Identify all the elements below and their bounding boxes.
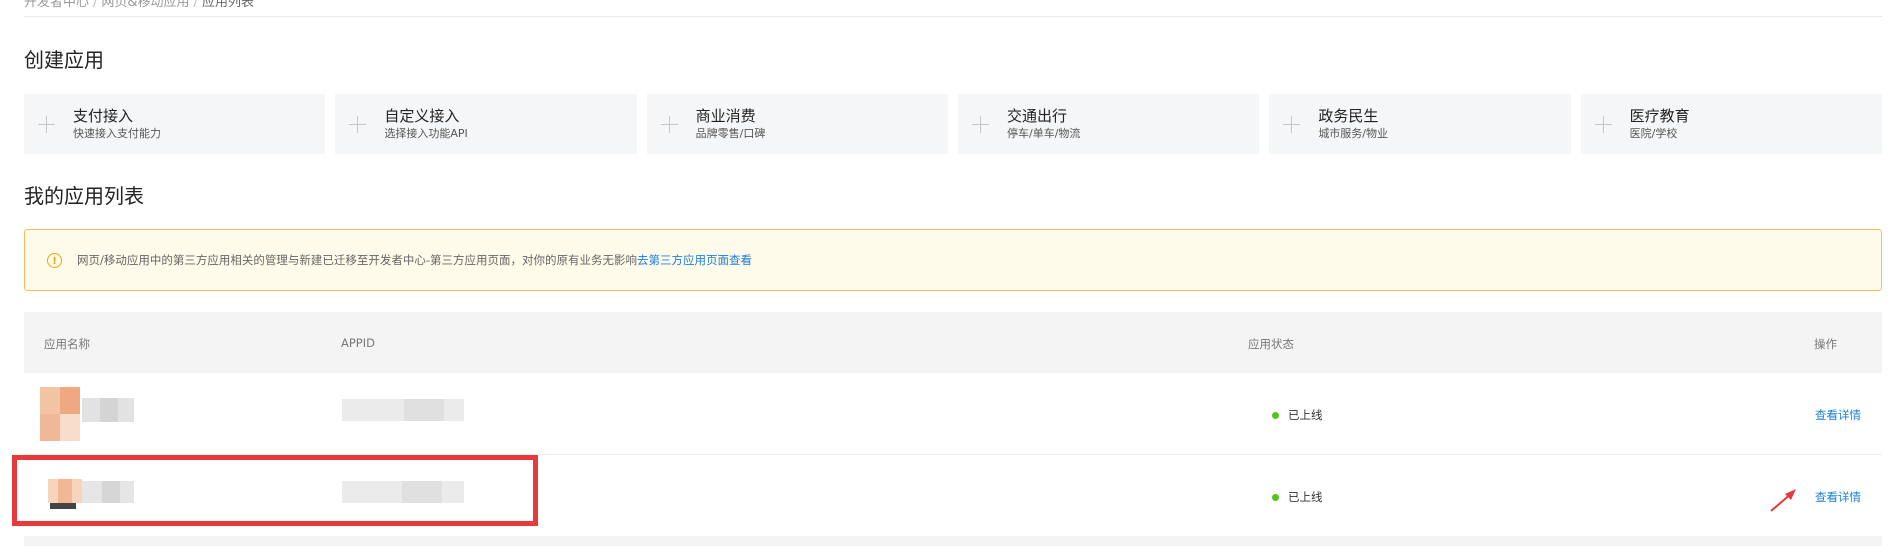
card-title: 自定义接入	[384, 106, 460, 125]
plus-icon	[349, 115, 367, 133]
status-text: 已上线	[1288, 408, 1323, 422]
card-title: 支付接入	[73, 106, 134, 125]
column-header-action: 操作	[1814, 337, 1837, 351]
red-arrow-icon	[1770, 489, 1796, 512]
status-badge: 已上线	[1272, 489, 1323, 505]
breadcrumb-item[interactable]: 开发者中心	[24, 0, 89, 10]
app-list-title: 我的应用列表	[24, 184, 144, 208]
plus-icon	[1594, 115, 1612, 133]
status-dot-icon	[1272, 411, 1279, 419]
status-text: 已上线	[1288, 490, 1323, 504]
app-name	[82, 398, 134, 422]
create-card-payment[interactable]: 支付接入 快速接入支付能力	[24, 94, 326, 154]
create-card-custom[interactable]: 自定义接入 选择接入功能API	[335, 94, 637, 154]
app-id	[342, 399, 464, 421]
create-card-commerce[interactable]: 商业消费 品牌零售/口碑	[646, 94, 948, 154]
card-subtitle: 快速接入支付能力	[73, 126, 161, 140]
create-card-list: 支付接入 快速接入支付能力 自定义接入 选择接入功能API 商业消费 品牌零售/口碑 …	[24, 94, 1882, 154]
create-card-government[interactable]: 政务民生 城市服务/物业	[1269, 94, 1571, 154]
breadcrumb-current: 应用列表	[201, 0, 254, 10]
plus-icon	[971, 115, 989, 133]
card-title: 商业消费	[695, 106, 756, 125]
warning-circle-icon: !	[47, 252, 62, 268]
column-header-appid: APPID	[341, 336, 375, 350]
app-icon	[40, 387, 80, 441]
plus-icon	[38, 115, 55, 133]
divider	[24, 16, 1882, 17]
table-row: 已上线 查看详情	[24, 373, 1882, 455]
migration-notice: ! 网页/移动应用中的第三方应用相关的管理与新建已迁移至开发者中心-第三方应用页…	[24, 229, 1882, 291]
table-footer	[24, 536, 1882, 546]
card-title: 医疗教育	[1629, 106, 1690, 125]
notice-text: 网页/移动应用中的第三方应用相关的管理与新建已迁移至开发者中心-第三方应用页面，…	[77, 253, 638, 267]
create-section-title: 创建应用	[24, 48, 104, 72]
column-header-status: 应用状态	[1248, 337, 1294, 351]
plus-icon	[660, 115, 678, 133]
card-subtitle: 停车/单车/物流	[1006, 126, 1081, 140]
card-subtitle: 医院/学校	[1629, 126, 1678, 140]
column-header-name: 应用名称	[44, 337, 90, 351]
card-subtitle: 选择接入功能API	[384, 126, 468, 140]
third-party-app-link[interactable]: 去第三方应用页面查看	[637, 252, 752, 268]
view-details-link[interactable]: 查看详情	[1815, 489, 1861, 505]
status-badge: 已上线	[1272, 407, 1323, 423]
table-header: 应用名称 APPID 应用状态 操作	[24, 312, 1882, 373]
create-card-transport[interactable]: 交通出行 停车/单车/物流	[957, 94, 1260, 154]
create-card-medical-education[interactable]: 医疗教育 医院/学校	[1580, 94, 1882, 154]
card-title: 交通出行	[1006, 106, 1067, 125]
card-subtitle: 品牌零售/口碑	[695, 126, 766, 140]
card-title: 政务民生	[1318, 106, 1379, 125]
status-dot-icon	[1272, 493, 1279, 501]
plus-icon	[1283, 115, 1301, 133]
highlight-box	[12, 455, 538, 526]
breadcrumb-item[interactable]: 网页&移动应用	[101, 0, 189, 10]
card-subtitle: 城市服务/物业	[1318, 126, 1389, 140]
breadcrumb: 开发者中心 / 网页&移动应用 / 应用列表	[24, 0, 254, 10]
view-details-link[interactable]: 查看详情	[1815, 407, 1861, 423]
